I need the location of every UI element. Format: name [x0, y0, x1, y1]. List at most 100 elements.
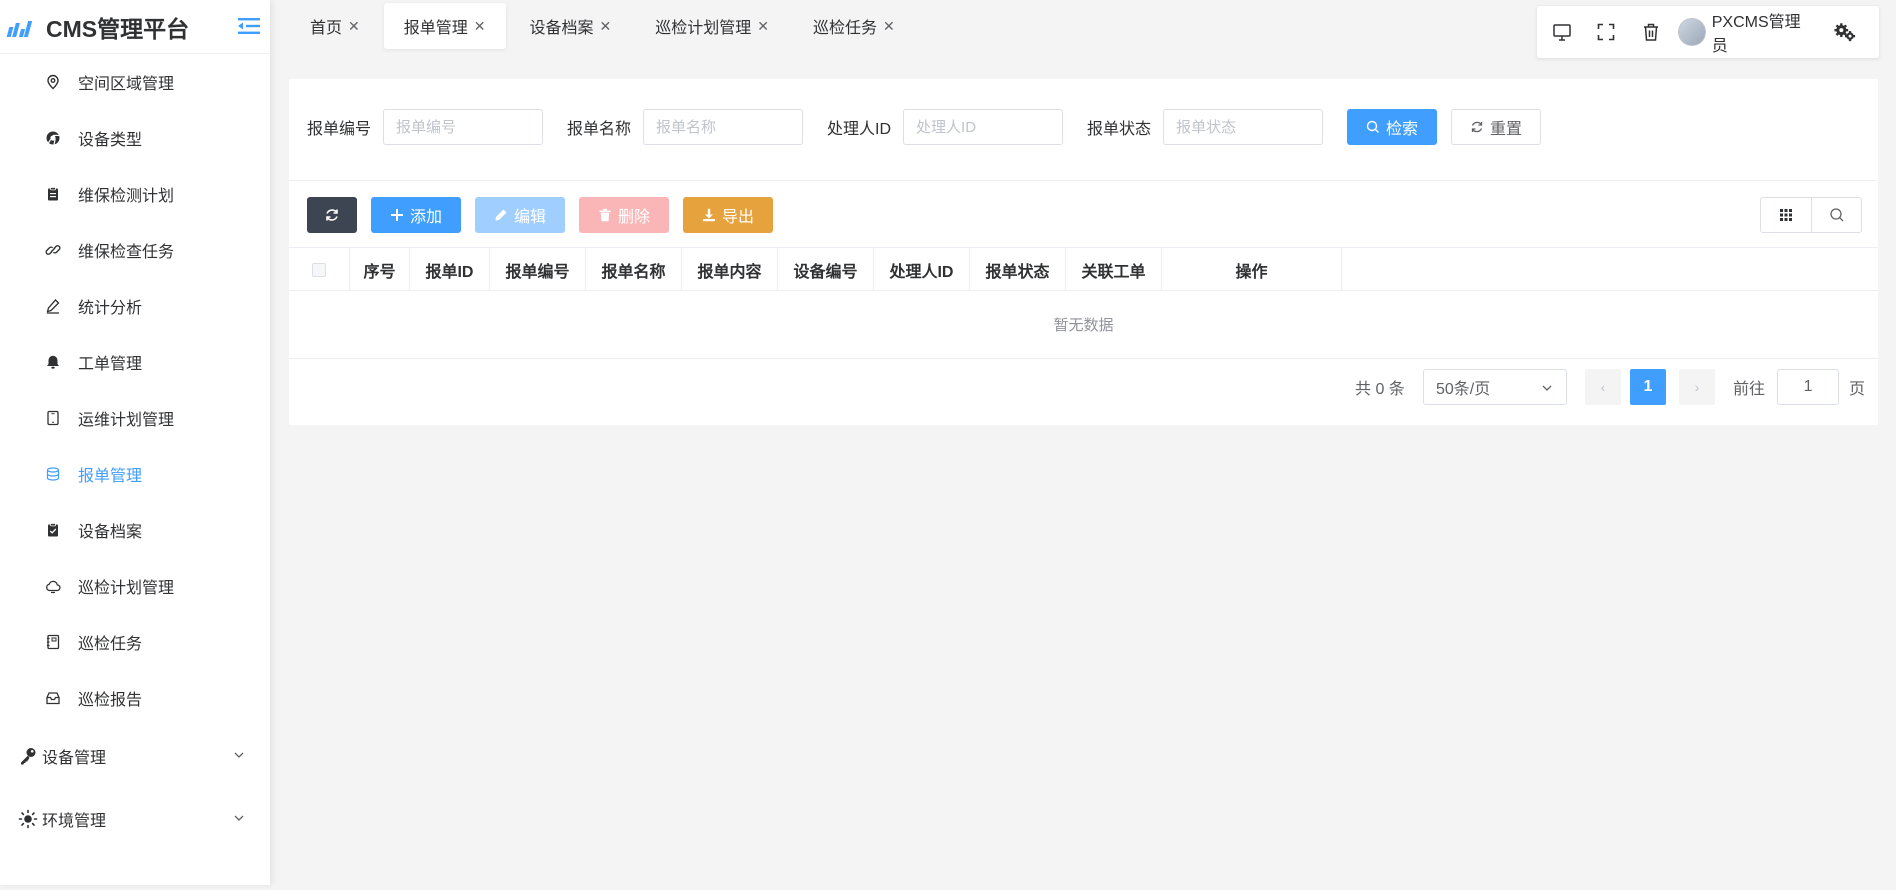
bell-icon — [44, 353, 62, 371]
close-icon[interactable]: ✕ — [883, 18, 895, 35]
close-icon[interactable]: ✕ — [757, 18, 769, 35]
delete-button[interactable]: 删除 — [579, 197, 669, 233]
handler-id-input[interactable] — [903, 109, 1064, 145]
column-header: 报单名称 — [586, 248, 682, 291]
action-toolbar: 添加 编辑 删除 导出 — [307, 197, 787, 233]
export-button[interactable]: 导出 — [683, 197, 773, 233]
sidebar-item-label: 维保检查任务 — [78, 244, 175, 261]
goto-label: 前往 — [1733, 381, 1766, 398]
sidebar-item-report-order[interactable]: 报单管理 — [0, 446, 270, 502]
empty-state: 暂无数据 — [289, 291, 1878, 359]
sidebar-group-environment-management[interactable]: 环境管理 — [0, 787, 270, 850]
sidebar-item-label: 运维计划管理 — [78, 412, 175, 429]
tab-report-order[interactable]: 报单管理 ✕ — [383, 3, 506, 49]
avatar[interactable] — [1678, 18, 1706, 46]
next-page-button[interactable]: › — [1679, 369, 1715, 405]
close-icon[interactable]: ✕ — [474, 18, 486, 35]
tab-home[interactable]: 首页 ✕ — [290, 3, 380, 49]
sidebar-menu: 空间区域管理 设备类型 维保检测计划 维保检查任务 统计分析 工单管理 运维计划… — [0, 54, 270, 726]
sidebar-item-label: 统计分析 — [78, 300, 143, 317]
refresh-icon — [1470, 120, 1484, 134]
sidebar-item-label: 巡检任务 — [78, 636, 143, 653]
tab-device-archive[interactable]: 设备档案 ✕ — [510, 3, 632, 49]
sidebar-item-statistics[interactable]: 统计分析 — [0, 278, 270, 334]
chevron-down-icon — [1540, 381, 1554, 395]
sidebar-item-label: 维保检测计划 — [78, 188, 175, 205]
report-status-input[interactable] — [1163, 109, 1324, 145]
sidebar-item-inspection-report[interactable]: 巡检报告 — [0, 670, 270, 726]
sidebar-item-space-area[interactable]: 空间区域管理 — [0, 54, 270, 110]
download-icon — [702, 208, 716, 222]
column-header: 报单编号 — [490, 248, 586, 291]
tab-inspection-plan[interactable]: 巡检计划管理 ✕ — [635, 3, 789, 49]
close-icon[interactable]: ✕ — [600, 18, 612, 35]
sidebar-item-inspection-plan[interactable]: 巡检计划管理 — [0, 558, 270, 614]
delete-cache-icon[interactable] — [1640, 21, 1661, 43]
refresh-icon — [324, 207, 340, 223]
pagination: 共 0 条 50条/页 ‹ 1 › 前往 页 — [289, 369, 1878, 409]
collapse-menu-icon[interactable] — [238, 16, 260, 36]
sidebar-group-device-management[interactable]: 设备管理 — [0, 724, 270, 787]
reset-button[interactable]: 重置 — [1451, 109, 1542, 145]
delete-button-label: 删除 — [617, 209, 650, 226]
page-number[interactable]: 1 — [1630, 369, 1666, 405]
chevron-down-icon — [232, 811, 246, 825]
sidebar-item-ops-plan[interactable]: 运维计划管理 — [0, 390, 270, 446]
pencil-icon — [494, 208, 508, 222]
report-name-label: 报单名称 — [567, 121, 632, 138]
report-name-input[interactable] — [643, 109, 804, 145]
search-button[interactable]: 检索 — [1347, 109, 1438, 145]
logo: CMS管理平台 — [0, 0, 270, 54]
box-icon — [44, 689, 62, 707]
tab-label: 巡检计划管理 — [655, 20, 752, 37]
sidebar-item-device-archive[interactable]: 设备档案 — [0, 502, 270, 558]
table-header: 序号 报单ID 报单编号 报单名称 报单内容 设备编号 处理人ID 报单状态 关… — [289, 247, 1878, 291]
sidebar-item-inspection-task[interactable]: 巡检任务 — [0, 614, 270, 670]
close-icon[interactable]: ✕ — [348, 18, 360, 35]
sidebar-item-label: 巡检计划管理 — [78, 580, 175, 597]
page-tabs: 首页 ✕ 报单管理 ✕ 设备档案 ✕ 巡检计划管理 ✕ 巡检任务 ✕ — [290, 3, 919, 49]
user-name[interactable]: PXCMS管理员 — [1712, 8, 1814, 56]
tablet-icon — [44, 409, 62, 427]
plus-icon — [390, 208, 404, 222]
report-no-label: 报单编号 — [307, 121, 372, 138]
columns-grid-icon[interactable] — [1761, 198, 1811, 232]
sidebar: CMS管理平台 空间区域管理 设备类型 维保检测计划 维保检查任务 统计分析 工… — [0, 0, 270, 885]
column-header: 操作 — [1162, 248, 1342, 291]
page-size-select[interactable]: 50条/页 — [1423, 369, 1567, 405]
export-button-label: 导出 — [721, 209, 754, 226]
sidebar-item-maintenance-task[interactable]: 维保检查任务 — [0, 222, 270, 278]
monitor-icon[interactable] — [1551, 21, 1572, 43]
search-toggle-icon[interactable] — [1811, 198, 1861, 232]
app-title: CMS管理平台 — [46, 15, 190, 42]
column-header: 报单状态 — [970, 248, 1066, 291]
tab-inspection-task[interactable]: 巡检任务 ✕ — [793, 3, 915, 49]
sidebar-item-label: 报单管理 — [78, 468, 143, 485]
prev-page-button[interactable]: ‹ — [1585, 369, 1621, 405]
sidebar-item-device-type[interactable]: 设备类型 — [0, 110, 270, 166]
edit-button[interactable]: 编辑 — [475, 197, 565, 233]
refresh-button[interactable] — [307, 197, 357, 233]
sidebar-item-maintenance-plan[interactable]: 维保检测计划 — [0, 166, 270, 222]
report-no-input[interactable] — [383, 109, 544, 145]
handler-id-label: 处理人ID — [827, 121, 892, 138]
add-button-label: 添加 — [409, 209, 442, 226]
report-status-label: 报单状态 — [1087, 121, 1152, 138]
add-button[interactable]: 添加 — [371, 197, 461, 233]
link-icon — [44, 241, 62, 259]
sidebar-item-label: 巡检报告 — [78, 692, 143, 709]
page-suffix: 页 — [1849, 381, 1866, 398]
settings-gears-icon[interactable] — [1834, 21, 1856, 43]
sidebar-group-label: 设备管理 — [42, 749, 107, 767]
notebook-icon — [44, 633, 62, 651]
select-all-checkbox[interactable] — [289, 248, 350, 291]
checked-doc-icon — [44, 521, 62, 539]
sidebar-item-work-order[interactable]: 工单管理 — [0, 334, 270, 390]
column-header: 关联工单 — [1066, 248, 1162, 291]
goto-page-input[interactable] — [1777, 369, 1840, 405]
table-tools — [1760, 197, 1862, 233]
sidebar-item-label: 设备类型 — [78, 132, 143, 149]
fullscreen-icon[interactable] — [1595, 21, 1616, 43]
coin-icon — [44, 465, 62, 483]
sidebar-item-label: 工单管理 — [78, 356, 143, 373]
